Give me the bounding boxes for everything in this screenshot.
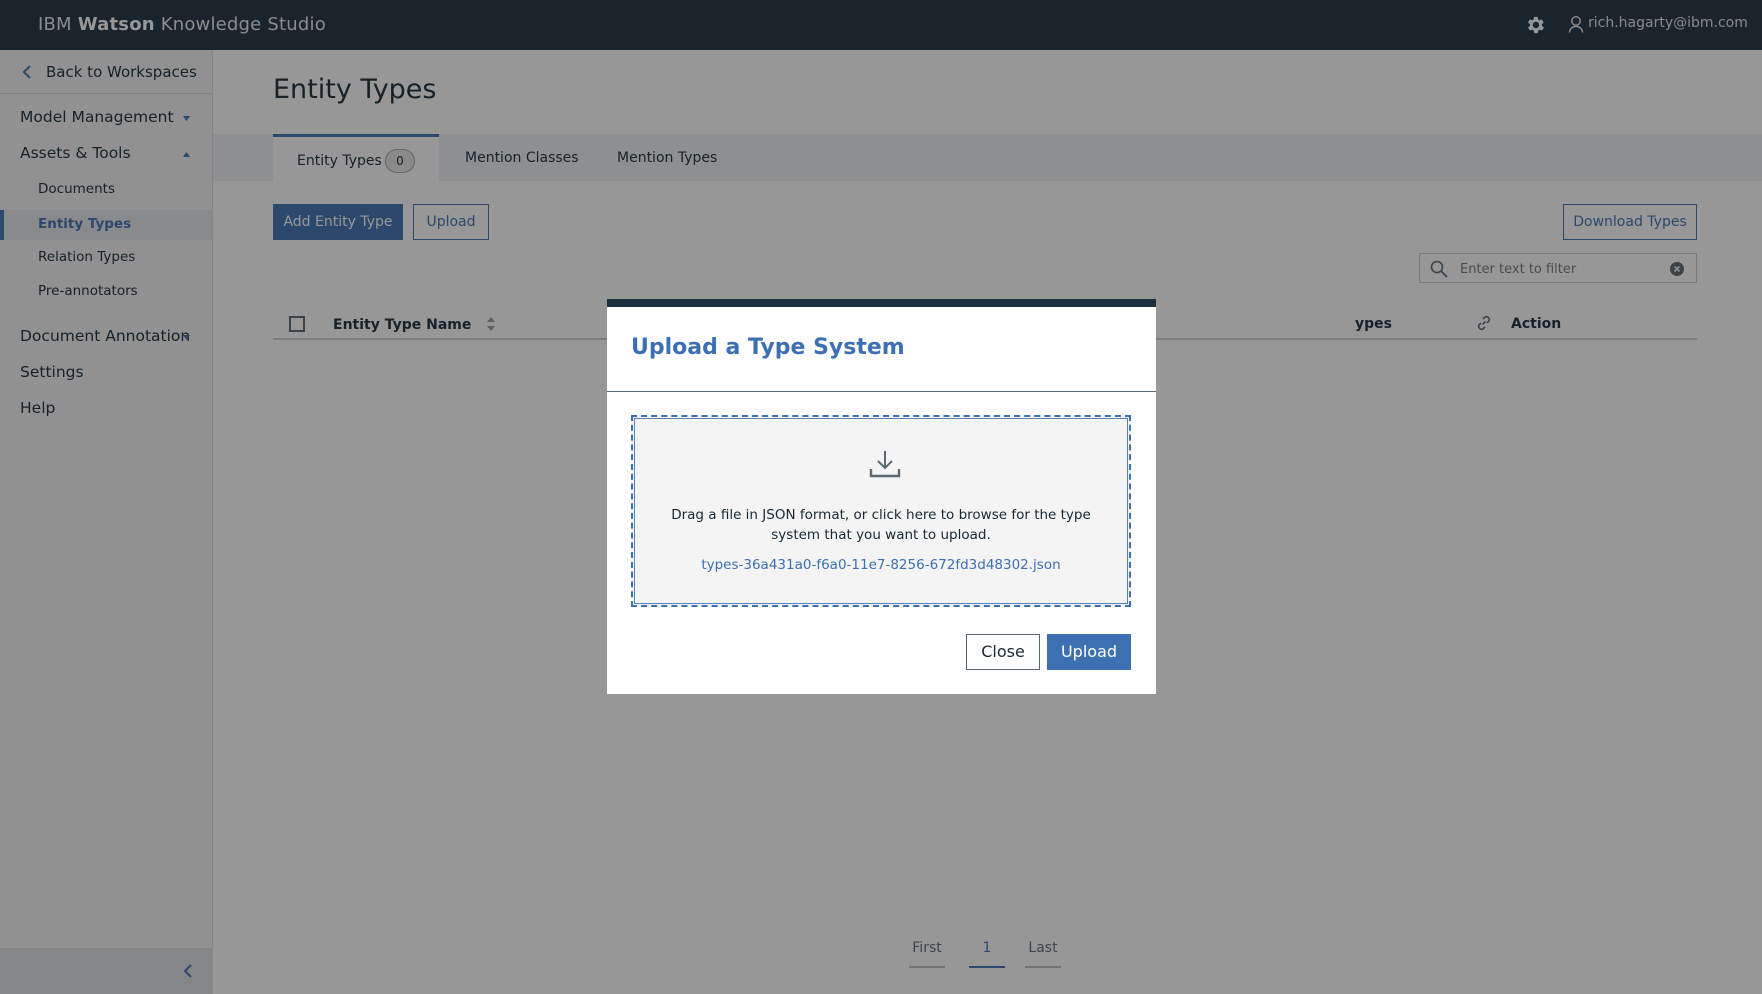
download-icon — [869, 451, 901, 478]
file-dropzone[interactable]: Drag a file in JSON format, or click her… — [631, 415, 1131, 607]
dialog-title: Upload a Type System — [631, 335, 905, 360]
selected-file-name: types-36a431a0-f6a0-11e7-8256-672fd3d483… — [701, 557, 1061, 573]
close-button[interactable]: Close — [966, 634, 1040, 670]
dialog-upload-button[interactable]: Upload — [1047, 634, 1131, 670]
dialog-divider — [607, 391, 1156, 392]
dropzone-instructions: Drag a file in JSON format, or click her… — [671, 507, 1091, 543]
upload-type-system-dialog: Upload a Type System Drag a file in JSON… — [607, 299, 1156, 694]
